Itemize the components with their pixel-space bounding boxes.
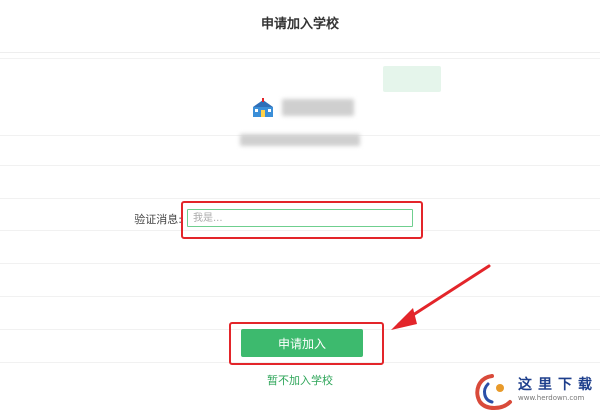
- watermark-name: 这里下载: [518, 377, 598, 393]
- school-info-blurred: [240, 134, 360, 146]
- red-arrow-icon: [391, 264, 491, 330]
- verify-label: 验证消息:: [134, 213, 182, 226]
- dialog-title: 申请加入学校: [260, 17, 339, 32]
- highlight-box-input: [181, 201, 423, 239]
- watermark-url: www.herdown.com: [518, 394, 585, 402]
- join-school-dialog: 申请加入学校 验证消息: 申请加入 暂不加入学校: [0, 0, 600, 414]
- school-name-blurred: [282, 99, 354, 116]
- title-divider: [0, 52, 600, 53]
- highlight-box-button: [229, 322, 384, 365]
- school-icon: [253, 98, 273, 117]
